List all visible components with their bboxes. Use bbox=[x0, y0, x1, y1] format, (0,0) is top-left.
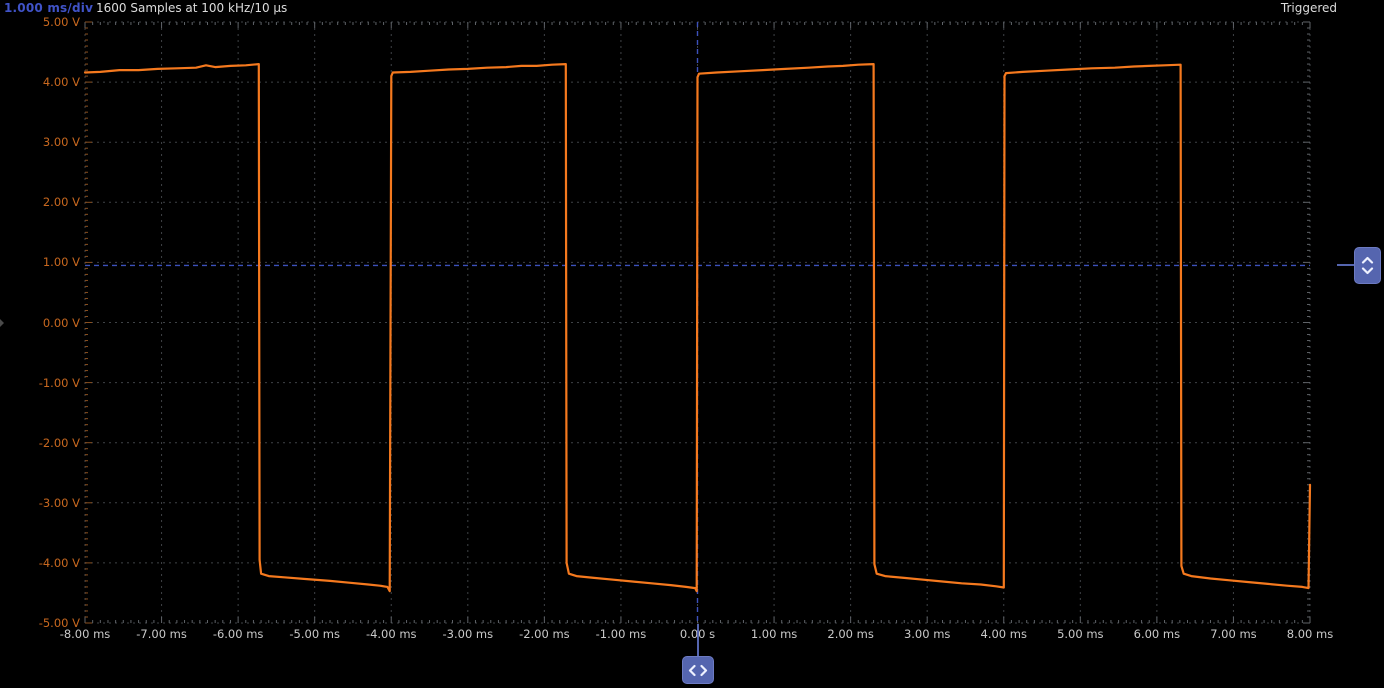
x-axis-label: -4.00 ms bbox=[351, 627, 431, 641]
trigger-position-connector-line bbox=[697, 624, 699, 656]
trigger-position-left-button[interactable] bbox=[688, 664, 696, 677]
channel-ground-marker[interactable] bbox=[0, 319, 4, 327]
trigger-position-right-button[interactable] bbox=[700, 664, 708, 677]
trigger-level-connector-line bbox=[1337, 264, 1355, 266]
trigger-level-down-button[interactable] bbox=[1361, 267, 1374, 275]
x-axis-label: -5.00 ms bbox=[275, 627, 355, 641]
x-axis-label: 4.00 ms bbox=[964, 627, 1044, 641]
x-axis-label: 2.00 ms bbox=[811, 627, 891, 641]
y-axis-label: 2.00 V bbox=[0, 195, 80, 209]
x-axis-label: 3.00 ms bbox=[887, 627, 967, 641]
x-axis-label: -6.00 ms bbox=[198, 627, 278, 641]
y-axis-label: -3.00 V bbox=[0, 496, 80, 510]
plot-area[interactable] bbox=[0, 0, 1384, 688]
x-axis-label: -2.00 ms bbox=[504, 627, 584, 641]
y-axis-label: 5.00 V bbox=[0, 15, 80, 29]
trigger-position-control[interactable] bbox=[682, 656, 714, 684]
trigger-level-control[interactable] bbox=[1354, 247, 1381, 284]
y-axis-label: 1.00 V bbox=[0, 255, 80, 269]
x-axis-label: -1.00 ms bbox=[581, 627, 661, 641]
y-axis-label: 3.00 V bbox=[0, 135, 80, 149]
x-axis-label: -3.00 ms bbox=[428, 627, 508, 641]
waveform-trace-channel-1 bbox=[85, 64, 1310, 591]
y-axis-label: 4.00 V bbox=[0, 75, 80, 89]
y-axis-label: -2.00 V bbox=[0, 436, 80, 450]
x-axis-label: 5.00 ms bbox=[1040, 627, 1120, 641]
oscilloscope-screen: 1.000 ms/div 1600 Samples at 100 kHz/10 … bbox=[0, 0, 1384, 688]
y-axis-label: -4.00 V bbox=[0, 556, 80, 570]
y-axis-label: 0.00 V bbox=[0, 316, 80, 330]
chevron-up-icon bbox=[1361, 256, 1374, 264]
y-axis-label: -1.00 V bbox=[0, 376, 80, 390]
x-axis-label: 1.00 ms bbox=[734, 627, 814, 641]
chevron-down-icon bbox=[1361, 267, 1374, 275]
chevron-right-icon bbox=[700, 664, 708, 677]
x-axis-label: 6.00 ms bbox=[1117, 627, 1197, 641]
chevron-left-icon bbox=[688, 664, 696, 677]
x-axis-label: 8.00 ms bbox=[1270, 627, 1350, 641]
x-axis-label: -8.00 ms bbox=[45, 627, 125, 641]
trigger-level-up-button[interactable] bbox=[1361, 256, 1374, 264]
x-axis-label: -7.00 ms bbox=[122, 627, 202, 641]
x-axis-label: 7.00 ms bbox=[1193, 627, 1273, 641]
